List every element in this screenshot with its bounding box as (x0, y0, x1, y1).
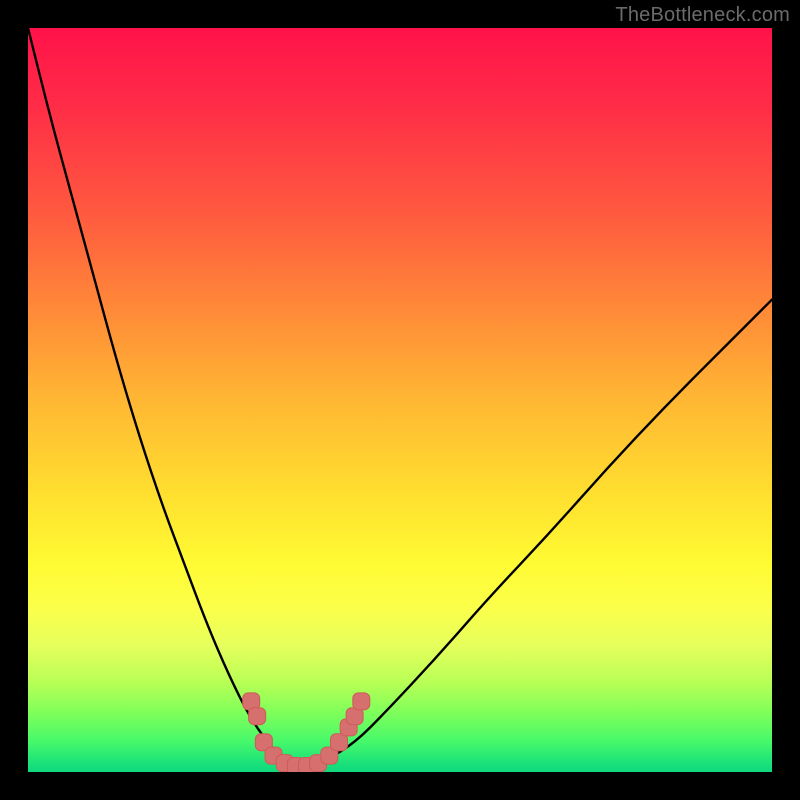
bottleneck-curve-path (28, 28, 772, 767)
curve-marker (249, 708, 266, 725)
watermark-text: TheBottleneck.com (615, 4, 790, 27)
curve-marker (353, 693, 370, 710)
plot-area (28, 28, 772, 772)
chart-frame: TheBottleneck.com (0, 0, 800, 800)
bottleneck-curve-svg (28, 28, 772, 772)
